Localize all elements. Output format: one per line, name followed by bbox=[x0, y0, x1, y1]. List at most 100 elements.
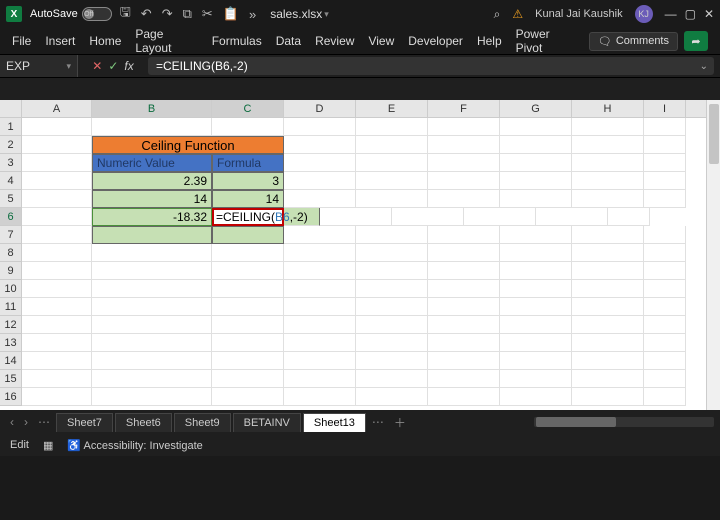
cell[interactable] bbox=[356, 244, 428, 262]
cell[interactable] bbox=[644, 370, 686, 388]
col-header[interactable]: A bbox=[22, 100, 92, 117]
cell[interactable] bbox=[428, 316, 500, 334]
row-header[interactable]: 12 bbox=[0, 316, 22, 334]
row-header[interactable]: 2 bbox=[0, 136, 22, 154]
cell[interactable] bbox=[500, 136, 572, 154]
cell[interactable] bbox=[500, 190, 572, 208]
user-avatar[interactable]: KJ bbox=[635, 5, 653, 23]
cell[interactable] bbox=[284, 190, 356, 208]
cell[interactable] bbox=[356, 334, 428, 352]
sheet-tab[interactable]: BETAINV bbox=[233, 413, 301, 432]
maximize-button[interactable]: ▢ bbox=[685, 7, 696, 21]
col-header[interactable]: G bbox=[500, 100, 572, 117]
cell[interactable] bbox=[22, 280, 92, 298]
row-header[interactable]: 13 bbox=[0, 334, 22, 352]
cell[interactable] bbox=[608, 208, 650, 226]
cell[interactable] bbox=[22, 352, 92, 370]
warning-icon[interactable]: ⚠ bbox=[512, 7, 523, 21]
cell[interactable] bbox=[92, 388, 212, 406]
cell[interactable] bbox=[464, 208, 536, 226]
cell[interactable] bbox=[644, 280, 686, 298]
qat-more-icon[interactable]: » bbox=[249, 7, 256, 22]
cell[interactable] bbox=[572, 388, 644, 406]
cell[interactable] bbox=[428, 118, 500, 136]
cell[interactable] bbox=[572, 154, 644, 172]
cell[interactable] bbox=[22, 316, 92, 334]
row-header[interactable]: 11 bbox=[0, 298, 22, 316]
paste-icon[interactable]: 📋 bbox=[223, 6, 239, 22]
cell[interactable] bbox=[22, 190, 92, 208]
cell[interactable] bbox=[428, 334, 500, 352]
cell[interactable] bbox=[284, 154, 356, 172]
cell[interactable] bbox=[572, 316, 644, 334]
cell[interactable] bbox=[572, 190, 644, 208]
row-header[interactable]: 7 bbox=[0, 226, 22, 244]
search-icon[interactable]: ⌕ bbox=[494, 7, 501, 22]
cell[interactable] bbox=[644, 154, 686, 172]
cell[interactable] bbox=[500, 280, 572, 298]
cell[interactable] bbox=[500, 370, 572, 388]
cell[interactable] bbox=[644, 316, 686, 334]
cell[interactable] bbox=[428, 244, 500, 262]
tab-view[interactable]: View bbox=[368, 34, 394, 48]
cell[interactable] bbox=[572, 298, 644, 316]
cell[interactable] bbox=[644, 298, 686, 316]
row-header[interactable]: 15 bbox=[0, 370, 22, 388]
sheet-tab[interactable]: Sheet9 bbox=[174, 413, 231, 432]
sheet-overflow-icon[interactable]: ⋯ bbox=[368, 415, 388, 429]
cell[interactable] bbox=[644, 334, 686, 352]
cell[interactable] bbox=[500, 334, 572, 352]
cell[interactable] bbox=[644, 262, 686, 280]
close-button[interactable]: ✕ bbox=[704, 7, 714, 21]
tab-help[interactable]: Help bbox=[477, 34, 502, 48]
cell[interactable] bbox=[284, 316, 356, 334]
cell[interactable] bbox=[572, 334, 644, 352]
cell[interactable] bbox=[22, 298, 92, 316]
cell[interactable]: 3 bbox=[212, 172, 284, 190]
cell[interactable] bbox=[284, 370, 356, 388]
tab-insert[interactable]: Insert bbox=[45, 34, 75, 48]
cell[interactable] bbox=[212, 226, 284, 244]
cell[interactable] bbox=[212, 244, 284, 262]
row-header[interactable]: 14 bbox=[0, 352, 22, 370]
formula-expand-icon[interactable]: ⌄ bbox=[700, 61, 708, 72]
cell[interactable] bbox=[572, 262, 644, 280]
tab-formulas[interactable]: Formulas bbox=[212, 34, 262, 48]
tab-page-layout[interactable]: Page Layout bbox=[135, 27, 197, 55]
formula-bar[interactable]: =CEILING(B6,-2) ⌄ bbox=[148, 57, 714, 75]
row-header[interactable]: 3 bbox=[0, 154, 22, 172]
cell[interactable] bbox=[356, 280, 428, 298]
cell[interactable] bbox=[92, 244, 212, 262]
cell[interactable] bbox=[428, 262, 500, 280]
col-header[interactable]: E bbox=[356, 100, 428, 117]
new-sheet-button[interactable]: ＋ bbox=[390, 414, 410, 431]
cell[interactable] bbox=[572, 370, 644, 388]
cell[interactable] bbox=[356, 154, 428, 172]
sheet-nav-prev[interactable]: ‹ bbox=[6, 415, 18, 429]
active-edit-cell[interactable]: =CEILING(B6,-2) bbox=[212, 208, 284, 226]
cell[interactable] bbox=[356, 316, 428, 334]
sheet-tab[interactable]: Sheet7 bbox=[56, 413, 113, 432]
tab-power-pivot[interactable]: Power Pivot bbox=[516, 27, 575, 55]
cell[interactable] bbox=[92, 352, 212, 370]
cell[interactable] bbox=[572, 280, 644, 298]
cell[interactable] bbox=[284, 352, 356, 370]
cell[interactable] bbox=[22, 226, 92, 244]
cell[interactable] bbox=[212, 334, 284, 352]
cell[interactable] bbox=[284, 172, 356, 190]
cell[interactable] bbox=[428, 388, 500, 406]
cell[interactable] bbox=[92, 370, 212, 388]
cell[interactable] bbox=[500, 316, 572, 334]
cell[interactable] bbox=[320, 208, 392, 226]
cell[interactable] bbox=[500, 118, 572, 136]
cell[interactable] bbox=[428, 370, 500, 388]
name-box[interactable]: EXP▾ bbox=[0, 55, 78, 77]
cell[interactable] bbox=[500, 154, 572, 172]
cell[interactable] bbox=[572, 172, 644, 190]
cell[interactable] bbox=[356, 226, 428, 244]
sheet-nav-next[interactable]: › bbox=[20, 415, 32, 429]
col-header[interactable]: I bbox=[644, 100, 686, 117]
confirm-edit-icon[interactable]: ✓ bbox=[108, 59, 118, 73]
vertical-scrollbar[interactable] bbox=[706, 100, 720, 410]
sheet-nav-more[interactable]: ⋯ bbox=[34, 415, 54, 429]
